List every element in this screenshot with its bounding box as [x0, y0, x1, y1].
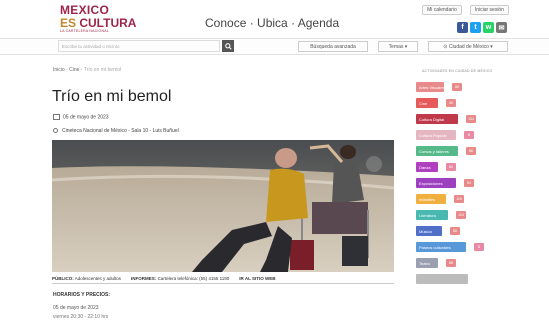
- logo-line-1: MEXICO: [60, 3, 110, 17]
- event-date: 05 de mayo de 2023: [53, 114, 109, 120]
- tagline-sep: ·: [287, 16, 298, 30]
- sidebar-category-item[interactable]: Danza 84: [416, 160, 508, 176]
- category-count-badge: 84: [464, 179, 474, 187]
- category-count-badge: 88: [450, 227, 460, 235]
- breadcrumb-current: Trío en mi bemol: [83, 67, 122, 73]
- social-links: f t w ✉: [457, 22, 507, 33]
- city-dropdown[interactable]: ⊙ Ciudad de México ▾: [428, 41, 508, 52]
- site-tagline: Conoce · Ubica · Agenda: [205, 16, 339, 30]
- page: MEXICO ES CULTURA LA CARTELERA NACIONAL …: [0, 0, 549, 320]
- breadcrumb-section[interactable]: Cine: [69, 67, 79, 73]
- category-count-badge: 124: [456, 211, 466, 219]
- sidebar-category-item[interactable]: Cultura Digital 134: [416, 112, 508, 128]
- beach-scene-image: [52, 140, 394, 272]
- location-icon: ⊙: [443, 43, 448, 50]
- category-count-badge: 8: [474, 243, 484, 251]
- category-count-badge: 86: [466, 147, 476, 155]
- category-chip[interactable]: Música: [416, 226, 442, 236]
- tagline-conoce: Conoce: [205, 16, 247, 30]
- event-info-bar: PÚBLICO: Adolescentes y adultos INFORMES…: [52, 274, 394, 284]
- chevron-down-icon: ▾: [404, 43, 408, 50]
- event-venue[interactable]: Cineteca Nacional de México - Sala 10 - …: [53, 128, 179, 134]
- hours-time: viernes 20:30 - 22:10 hrs: [53, 314, 109, 320]
- category-chip[interactable]: Paseos culturales: [416, 242, 466, 252]
- facebook-icon[interactable]: f: [457, 22, 468, 33]
- event-photo: [52, 140, 394, 272]
- event-date-text: 05 de mayo de 2023: [63, 114, 109, 121]
- logo-line-3: LA CARTELERA NACIONAL: [60, 29, 109, 33]
- category-chip[interactable]: Infantiles: [416, 194, 446, 204]
- event-title: Trío en mi bemol: [52, 88, 172, 105]
- website-link[interactable]: IR AL SITIO WEB: [239, 276, 275, 281]
- sidebar-category-item[interactable]: Teatro 88: [416, 256, 508, 272]
- logo-es: ES: [60, 16, 77, 30]
- sidebar-category-item[interactable]: Paseos culturales 8: [416, 240, 508, 256]
- category-chip[interactable]: Cultura Digital: [416, 114, 458, 124]
- tagline-agenda: Agenda: [297, 16, 340, 30]
- sidebar-category-item[interactable]: Literatura 124: [416, 208, 508, 224]
- topics-dropdown[interactable]: Temas ▾: [378, 41, 418, 52]
- login-link[interactable]: Iniciar sesión: [469, 5, 509, 15]
- search-icon: [224, 42, 232, 50]
- sidebar-category-item[interactable]: [416, 272, 508, 288]
- sidebar-category-item[interactable]: Cultura Popular 8: [416, 128, 508, 144]
- info-label: INFORMES:: [131, 276, 157, 281]
- category-chip[interactable]: Artes Visuales: [416, 82, 445, 92]
- twitter-icon[interactable]: t: [470, 22, 481, 33]
- category-chip[interactable]: Cultura Popular: [416, 130, 456, 140]
- public-value: Adolescentes y adultos: [74, 276, 122, 281]
- category-count-badge: 134: [466, 115, 476, 123]
- sidebar-category-item[interactable]: Cursos y talleres 86: [416, 144, 508, 160]
- topics-label: Temas: [388, 43, 404, 50]
- category-count-badge: 8: [464, 131, 474, 139]
- event-venue-text: Cineteca Nacional de México - Sala 10 - …: [62, 128, 179, 134]
- chevron-down-icon: ▾: [490, 43, 493, 50]
- category-chip[interactable]: Danza: [416, 162, 438, 172]
- calendar-icon: [53, 114, 60, 120]
- user-links: Mi calendario Iniciar sesión: [422, 5, 509, 15]
- hours-date: 05 de mayo de 2023: [53, 305, 99, 311]
- contact-info: INFORMES: Cartelera telefónica: (55) 415…: [131, 276, 229, 281]
- search-input[interactable]: Escribe tu actividad o recinto: [58, 40, 220, 52]
- category-count-badge: 84: [446, 163, 456, 171]
- sidebar-category-item[interactable]: Artes Visuales 86: [416, 80, 508, 96]
- breadcrumb-home[interactable]: Inicio: [53, 67, 65, 73]
- info-value: Cartelera telefónica: (55) 4155 1190: [157, 276, 230, 281]
- category-chip[interactable]: Literatura: [416, 210, 448, 220]
- category-count-badge: 86: [452, 83, 462, 91]
- calendar-link[interactable]: Mi calendario: [422, 5, 462, 15]
- search-button[interactable]: [222, 40, 234, 52]
- category-chip[interactable]: Cursos y talleres: [416, 146, 458, 156]
- city-label: Ciudad de México: [448, 43, 489, 50]
- logo-cultura: CULTURA: [76, 16, 137, 30]
- category-count-badge: 115: [454, 195, 464, 203]
- category-chip[interactable]: [416, 274, 468, 284]
- site-logo[interactable]: MEXICO ES CULTURA LA CARTELERA NACIONAL: [60, 4, 136, 34]
- category-chip[interactable]: Exposiciones: [416, 178, 456, 188]
- advanced-search-button[interactable]: Búsqueda avanzada: [298, 41, 368, 52]
- mail-icon[interactable]: ✉: [496, 22, 507, 33]
- category-count-badge: 88: [446, 259, 456, 267]
- sidebar-category-item[interactable]: Infantiles 115: [416, 192, 508, 208]
- public-info: PÚBLICO: Adolescentes y adultos: [52, 276, 121, 281]
- category-chip[interactable]: Teatro: [416, 258, 438, 268]
- category-chip[interactable]: Cine: [416, 98, 438, 108]
- hours-heading: HORARIOS Y PRECIOS:: [53, 292, 111, 298]
- category-count-badge: 40: [446, 99, 456, 107]
- whatsapp-icon[interactable]: w: [483, 22, 494, 33]
- breadcrumb: Inicio · Cine · Trío en mi bemol: [53, 67, 121, 73]
- category-list: Artes Visuales 86 Cine 40 Cultura Digital 134…: [416, 80, 508, 288]
- sidebar-title: ACTIVIDADES EN CIUDAD DE MÉXICO: [422, 69, 493, 73]
- sidebar-category-item[interactable]: Exposiciones 84: [416, 176, 508, 192]
- location-icon: [53, 128, 58, 134]
- sidebar-category-item[interactable]: Música 88: [416, 224, 508, 240]
- tagline-ubica: Ubica: [257, 16, 288, 30]
- logo-line-2: ES CULTURA: [60, 17, 136, 29]
- public-label: PÚBLICO:: [52, 276, 74, 281]
- sidebar-category-item[interactable]: Cine 40: [416, 96, 508, 112]
- tagline-sep: ·: [246, 16, 258, 30]
